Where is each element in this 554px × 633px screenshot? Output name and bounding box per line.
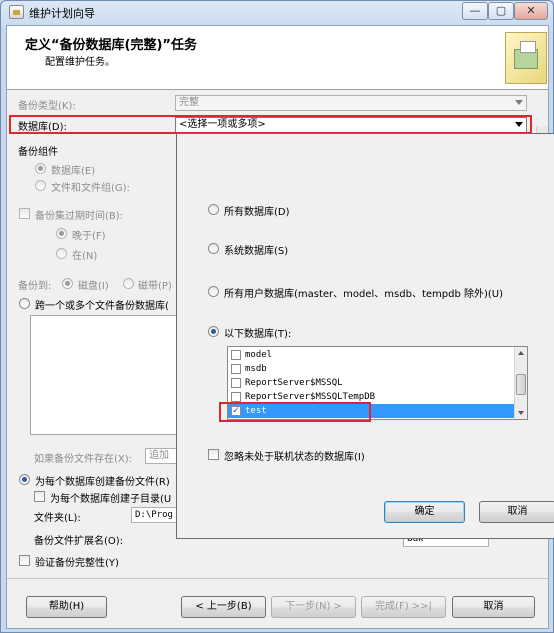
component-database-label: 数据库(E) [51, 166, 96, 177]
expires-on-radio[interactable] [56, 248, 67, 259]
backup-component-label: 备份组件 [18, 147, 58, 158]
all-databases-label: 所有数据库(D) [224, 207, 290, 218]
expires-on-label: 在(N) [72, 251, 98, 262]
db-name: ReportServer$MSSQL [245, 378, 343, 388]
folder-label: 文件夹(L): [34, 513, 81, 524]
ignore-offline-label: 忽略未处于联机状态的数据库(I) [224, 452, 365, 463]
footer-divider [7, 578, 548, 579]
backup-to-tape-label: 磁带(P) [138, 281, 172, 292]
db-name: model [245, 350, 273, 360]
db-checkbox[interactable] [231, 378, 241, 388]
db-list-item[interactable]: msdb [228, 362, 514, 376]
popup-cancel-button[interactable]: 取消 [479, 501, 554, 523]
db-list-item[interactable]: ReportServer$MSSQL [228, 376, 514, 390]
minimize-button[interactable]: — [462, 2, 488, 20]
db-name: msdb [245, 364, 267, 374]
help-button[interactable]: 帮助(H) [26, 596, 107, 618]
scroll-down-icon[interactable] [518, 411, 524, 415]
db-checkbox[interactable] [231, 392, 241, 402]
page-title: 定义“备份数据库(完整)”任务 [25, 38, 197, 53]
all-databases-radio[interactable] [208, 204, 219, 215]
db-checkbox[interactable] [231, 350, 241, 360]
component-files-radio[interactable] [35, 180, 46, 191]
highlight-test-row [219, 402, 371, 422]
title-bar[interactable]: 维护计划向导 — ▢ ✕ [1, 1, 553, 23]
database-selection-popup: 所有数据库(D) 系统数据库(S) 所有用户数据库(master、model、m… [176, 133, 554, 539]
across-files-radio[interactable] [19, 298, 30, 309]
verify-label: 验证备份完整性(Y) [35, 558, 119, 569]
ok-button[interactable]: 确定 [384, 501, 465, 523]
page-subtitle: 配置维护任务。 [45, 57, 115, 68]
expires-after-radio[interactable] [56, 228, 67, 239]
ignore-offline-checkbox[interactable] [208, 449, 219, 460]
expires-after-label: 晚于(F) [72, 231, 106, 242]
component-files-label: 文件和文件组(G): [51, 183, 130, 194]
finish-button[interactable]: 完成(F) >>| [361, 596, 446, 618]
system-databases-label: 系统数据库(S) [224, 246, 289, 257]
next-button[interactable]: 下一步(N) > [271, 596, 356, 618]
if-file-exists-combo[interactable]: 追加 [145, 448, 177, 464]
user-databases-radio[interactable] [208, 286, 219, 297]
folder-value: D:\Prog [135, 510, 173, 520]
component-database-radio[interactable] [35, 163, 46, 174]
backup-type-combo[interactable]: 完整 [175, 95, 527, 111]
backup-set-expires-checkbox[interactable] [19, 208, 30, 219]
system-databases-radio[interactable] [208, 243, 219, 254]
backup-to-label: 备份到: [18, 281, 52, 292]
backup-to-disk-label: 磁盘(I) [78, 281, 109, 292]
wizard-header: 定义“备份数据库(完整)”任务 配置维护任务。 [7, 26, 548, 90]
backup-to-disk-radio[interactable] [62, 278, 73, 289]
backup-type-value: 完整 [179, 97, 199, 108]
extension-label: 备份文件扩展名(O): [34, 536, 124, 547]
db-list-scrollbar[interactable] [514, 347, 527, 419]
if-file-exists-value: 追加 [149, 450, 169, 461]
if-file-exists-label: 如果备份文件存在(X): [34, 454, 133, 465]
user-databases-label: 所有用户数据库(master、model、msdb、tempdb 除外)(U) [224, 289, 504, 300]
create-subdir-checkbox[interactable] [34, 491, 45, 502]
create-per-db-label: 为每个数据库创建备份文件(R) [35, 477, 170, 488]
verify-checkbox[interactable] [19, 555, 30, 566]
highlight-databases-row [9, 115, 532, 134]
backup-files-list[interactable] [30, 315, 177, 435]
scroll-up-icon[interactable] [518, 351, 524, 355]
maximize-button[interactable]: ▢ [488, 2, 514, 20]
cancel-button[interactable]: 取消 [452, 596, 535, 618]
chevron-down-icon [515, 100, 523, 105]
backup-to-tape-radio[interactable] [123, 278, 134, 289]
scroll-thumb[interactable] [516, 374, 526, 395]
folder-input[interactable]: D:\Prog [131, 507, 177, 523]
backup-set-expires-label: 备份集过期时间(B): [35, 211, 124, 222]
create-per-db-radio[interactable] [19, 474, 30, 485]
db-checkbox[interactable] [231, 364, 241, 374]
close-button[interactable]: ✕ [514, 2, 548, 20]
back-button[interactable]: < 上一步(B) [181, 596, 266, 618]
backup-type-label: 备份类型(K): [18, 101, 76, 112]
these-databases-radio[interactable] [208, 326, 219, 337]
app-icon [9, 5, 24, 19]
window-title: 维护计划向导 [29, 7, 95, 20]
wizard-window: 维护计划向导 — ▢ ✕ 定义“备份数据库(完整)”任务 配置维护任务。 备份类… [0, 0, 554, 633]
wizard-banner-icon [505, 32, 547, 84]
create-subdir-label: 为每个数据库创建子目录(U [50, 494, 172, 505]
these-databases-label: 以下数据库(T): [224, 329, 292, 340]
across-files-label: 跨一个或多个文件备份数据库( [35, 301, 169, 312]
db-list-item[interactable]: model [228, 348, 514, 362]
